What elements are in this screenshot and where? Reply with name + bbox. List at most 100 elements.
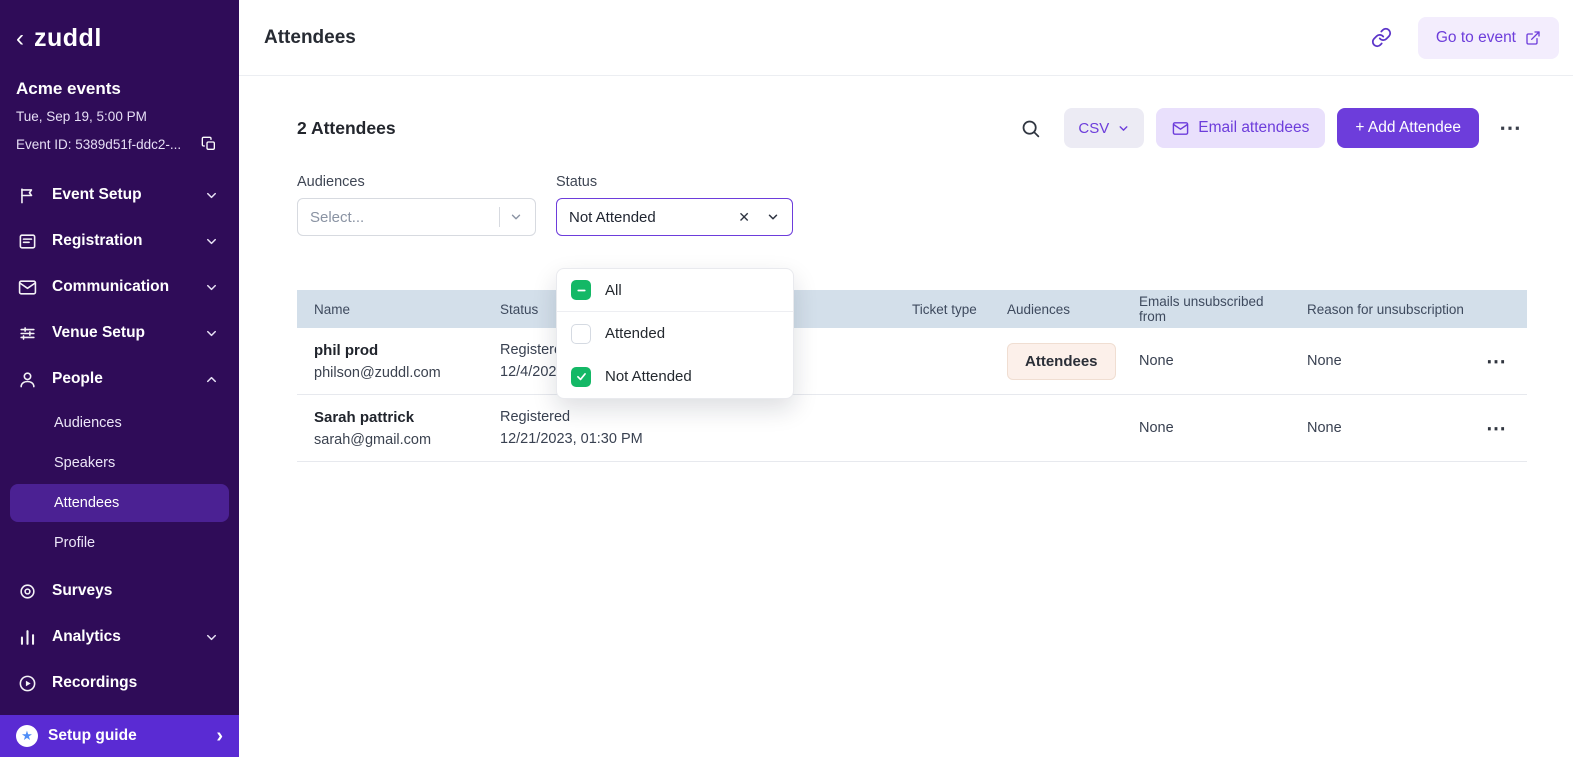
sidebar-item-people[interactable]: People — [0, 356, 239, 402]
people-sub-list: Audiences Speakers Attendees Profile — [0, 404, 239, 562]
row-more-icon[interactable]: ⋯ — [1486, 416, 1508, 441]
sidebar-item-registration[interactable]: Registration — [0, 218, 239, 264]
sidebar-item-label: People — [52, 370, 103, 387]
event-name: Acme events — [16, 79, 121, 98]
link-icon[interactable] — [1371, 27, 1392, 48]
status-option-not-attended[interactable]: Not Attended — [557, 355, 793, 398]
venue-setup-icon — [18, 324, 37, 343]
attendees-table: Name Status Ticket type Audiences Emails… — [297, 290, 1527, 462]
zuddl-logo: zuddl — [34, 24, 102, 52]
table-header-row: Name Status Ticket type Audiences Emails… — [297, 290, 1527, 328]
chevron-down-icon[interactable] — [766, 210, 780, 224]
add-attendee-button[interactable]: + Add Attendee — [1337, 108, 1479, 148]
go-to-event-button[interactable]: Go to event — [1417, 16, 1559, 59]
chevron-down-icon — [204, 326, 219, 341]
event-id-row: Event ID: 5389d51f-ddc2-... — [0, 136, 239, 152]
page-header: Attendees Go to event — [239, 0, 1573, 76]
registered-date: 12/21/2023, 01:30 PM — [500, 431, 643, 447]
attendee-email: philson@zuddl.com — [314, 364, 441, 381]
communication-icon — [18, 278, 37, 297]
select-separator — [499, 207, 500, 227]
external-link-icon — [1526, 30, 1540, 45]
attendee-email: sarah@gmail.com — [314, 431, 432, 448]
status-option-label: All — [605, 281, 622, 299]
event-id: Event ID: 5389d51f-ddc2-... — [16, 136, 182, 152]
attendee-name: Sarah pattrick — [314, 408, 415, 426]
audience-badge[interactable]: Attendees — [1007, 342, 1116, 380]
search-icon[interactable] — [1020, 116, 1044, 140]
status-filter-label: Status — [556, 174, 598, 190]
status-value: Not Attended — [569, 208, 656, 226]
col-name: Name — [314, 301, 351, 317]
sidebar-item-venue-setup[interactable]: Venue Setup — [0, 310, 239, 356]
col-reason: Reason for unsubscription — [1307, 301, 1464, 317]
event-setup-icon — [18, 186, 37, 205]
event-date: Tue, Sep 19, 5:00 PM — [16, 109, 147, 124]
logo-row: ‹ zuddl — [0, 0, 239, 53]
toolbar-more-icon[interactable]: ⋯ — [1495, 115, 1527, 141]
checkbox-unchecked-icon[interactable] — [571, 323, 591, 344]
col-ticket-type: Ticket type — [912, 301, 977, 317]
email-attendees-label: Email attendees — [1198, 119, 1310, 136]
main-area: Attendees Go to event 2 Attendees CSV Em… — [239, 0, 1573, 757]
back-chevron-icon[interactable]: ‹ — [16, 26, 24, 51]
star-icon: ★ — [16, 725, 38, 747]
sidebar-item-label: Surveys — [52, 582, 113, 599]
sub-item-label: Audiences — [54, 415, 122, 431]
status-option-attended[interactable]: Attended — [557, 312, 793, 355]
sidebar-item-event-setup[interactable]: Event Setup — [0, 172, 239, 218]
row-more-icon[interactable]: ⋯ — [1486, 349, 1508, 374]
sidebar-item-attendees[interactable]: Attendees — [10, 484, 229, 522]
status-option-label: Attended — [605, 325, 666, 342]
status-select[interactable]: Not Attended ✕ — [556, 198, 793, 236]
clear-icon[interactable]: ✕ — [738, 209, 750, 226]
sidebar-item-profile[interactable]: Profile — [10, 524, 229, 562]
chevron-right-icon: › — [216, 724, 223, 747]
surveys-icon — [18, 582, 37, 601]
checkbox-checked-icon[interactable] — [571, 366, 591, 387]
col-emails-unsubscribed: Emails unsubscribed from — [1139, 294, 1264, 324]
registration-icon — [18, 232, 37, 251]
table-row: phil prod philson@zuddl.com Registered 1… — [297, 328, 1527, 395]
csv-label: CSV — [1078, 119, 1110, 137]
attendee-count: 2 Attendees — [297, 117, 396, 138]
sidebar-item-analytics[interactable]: Analytics — [0, 614, 239, 660]
sidebar-item-communication[interactable]: Communication — [0, 264, 239, 310]
recordings-icon — [18, 674, 37, 693]
reason-cell: None — [1307, 353, 1342, 369]
status-option-all[interactable]: All — [557, 269, 793, 312]
emails-unsubscribed-cell: None — [1139, 420, 1174, 436]
copy-icon[interactable] — [201, 136, 217, 152]
status-option-label: Not Attended — [605, 368, 692, 385]
status-dropdown-menu: All Attended Not Attended — [556, 268, 794, 399]
email-attendees-button[interactable]: Email attendees — [1156, 108, 1326, 148]
chevron-up-icon — [204, 372, 219, 387]
audiences-placeholder: Select... — [310, 208, 365, 226]
sidebar-item-recordings[interactable]: Recordings — [0, 660, 239, 706]
emails-unsubscribed-cell: None — [1139, 353, 1174, 369]
sub-item-label: Attendees — [54, 495, 120, 511]
attendee-status: Registered — [500, 409, 571, 425]
setup-guide-button[interactable]: ★ Setup guide › — [0, 715, 239, 757]
sidebar-item-label: Recordings — [52, 674, 138, 691]
sidebar-item-label: Event Setup — [52, 186, 142, 203]
chevron-down-icon — [204, 234, 219, 249]
sub-item-label: Speakers — [54, 455, 116, 471]
envelope-icon — [1172, 121, 1189, 135]
chevron-down-icon — [1119, 125, 1128, 131]
people-icon — [18, 370, 37, 389]
sidebar-nav: Event Setup Registration Communication V… — [0, 172, 239, 706]
checkbox-indeterminate-icon[interactable] — [571, 280, 591, 300]
add-attendee-label: + Add Attendee — [1355, 119, 1461, 136]
sidebar-item-surveys[interactable]: Surveys — [0, 568, 239, 614]
sidebar-item-label: Communication — [52, 278, 170, 295]
csv-export-button[interactable]: CSV — [1064, 108, 1145, 148]
sidebar-item-speakers[interactable]: Speakers — [10, 444, 229, 482]
sidebar-item-audiences[interactable]: Audiences — [10, 404, 229, 442]
chevron-down-icon — [204, 280, 219, 295]
audiences-select[interactable]: Select... — [297, 198, 536, 236]
col-audiences: Audiences — [1007, 301, 1071, 317]
audiences-filter-label: Audiences — [297, 174, 365, 190]
setup-guide-label: Setup guide — [48, 727, 137, 744]
reason-cell: None — [1307, 420, 1342, 436]
